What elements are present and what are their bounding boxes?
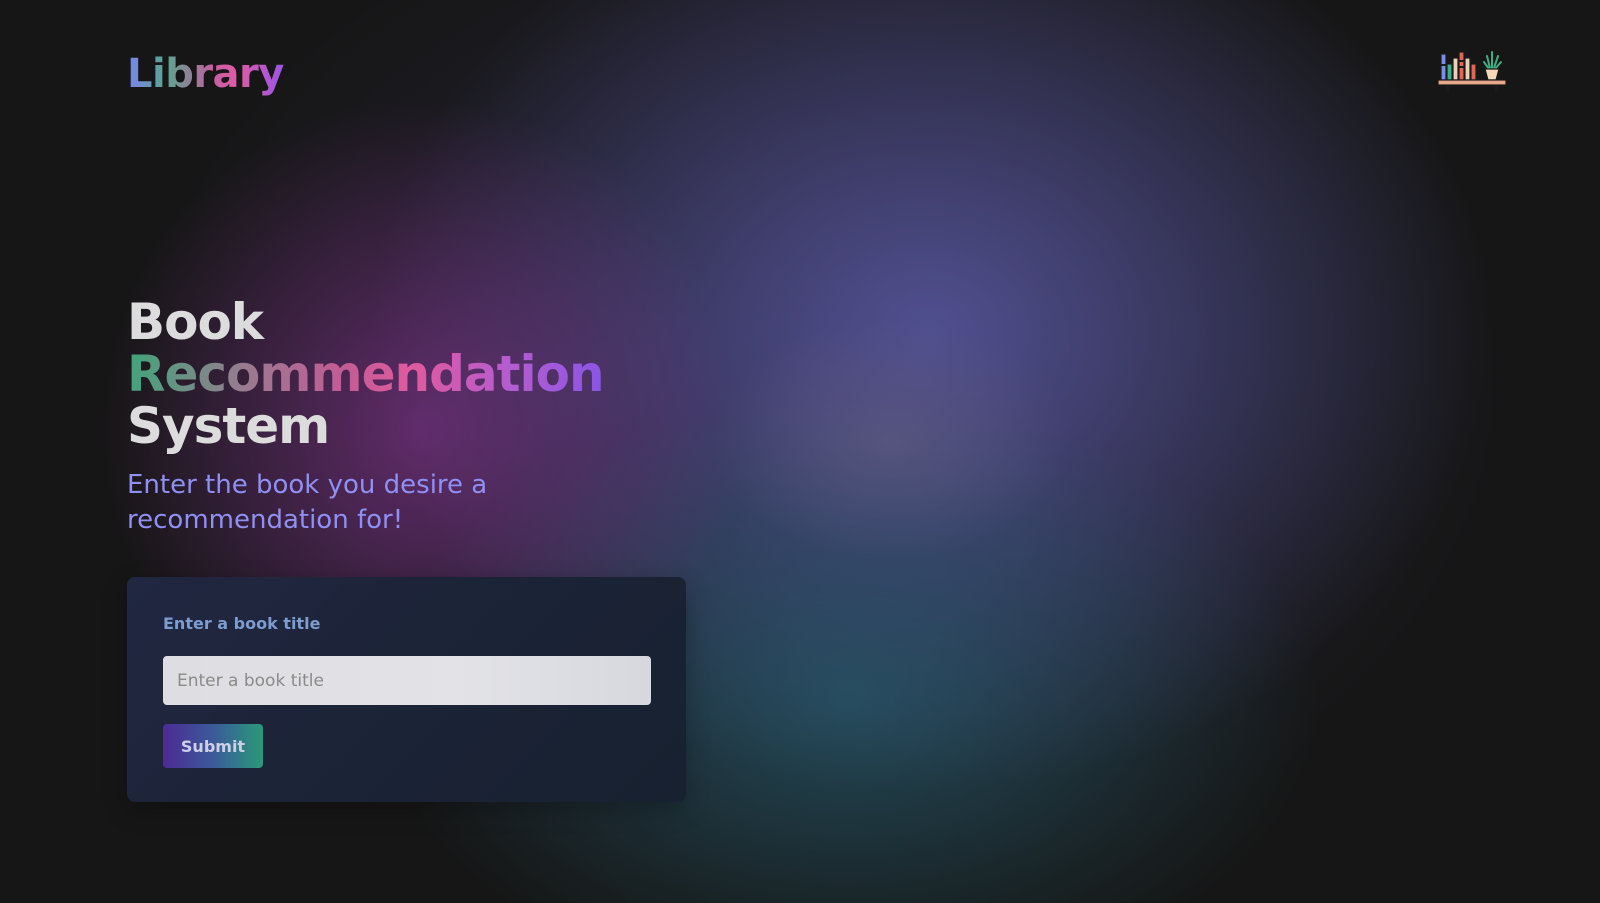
- book-title-input[interactable]: [163, 656, 651, 705]
- title-line-system: System: [127, 397, 330, 455]
- logo[interactable]: Library: [127, 46, 284, 102]
- page-subtitle: Enter the book you desire a recommendati…: [127, 470, 488, 535]
- title-line-recommendation: Recommendation: [127, 345, 605, 403]
- title-line-book: Book: [127, 293, 264, 351]
- book-search-form: Enter a book title Submit: [127, 577, 686, 802]
- page-title: Book Recommendation System: [127, 296, 687, 452]
- book-title-label: Enter a book title: [163, 614, 321, 633]
- submit-button[interactable]: Submit: [163, 724, 263, 768]
- hero-section: Book Recommendation System Enter the boo…: [127, 296, 687, 538]
- bookshelf-icon: [1438, 51, 1506, 93]
